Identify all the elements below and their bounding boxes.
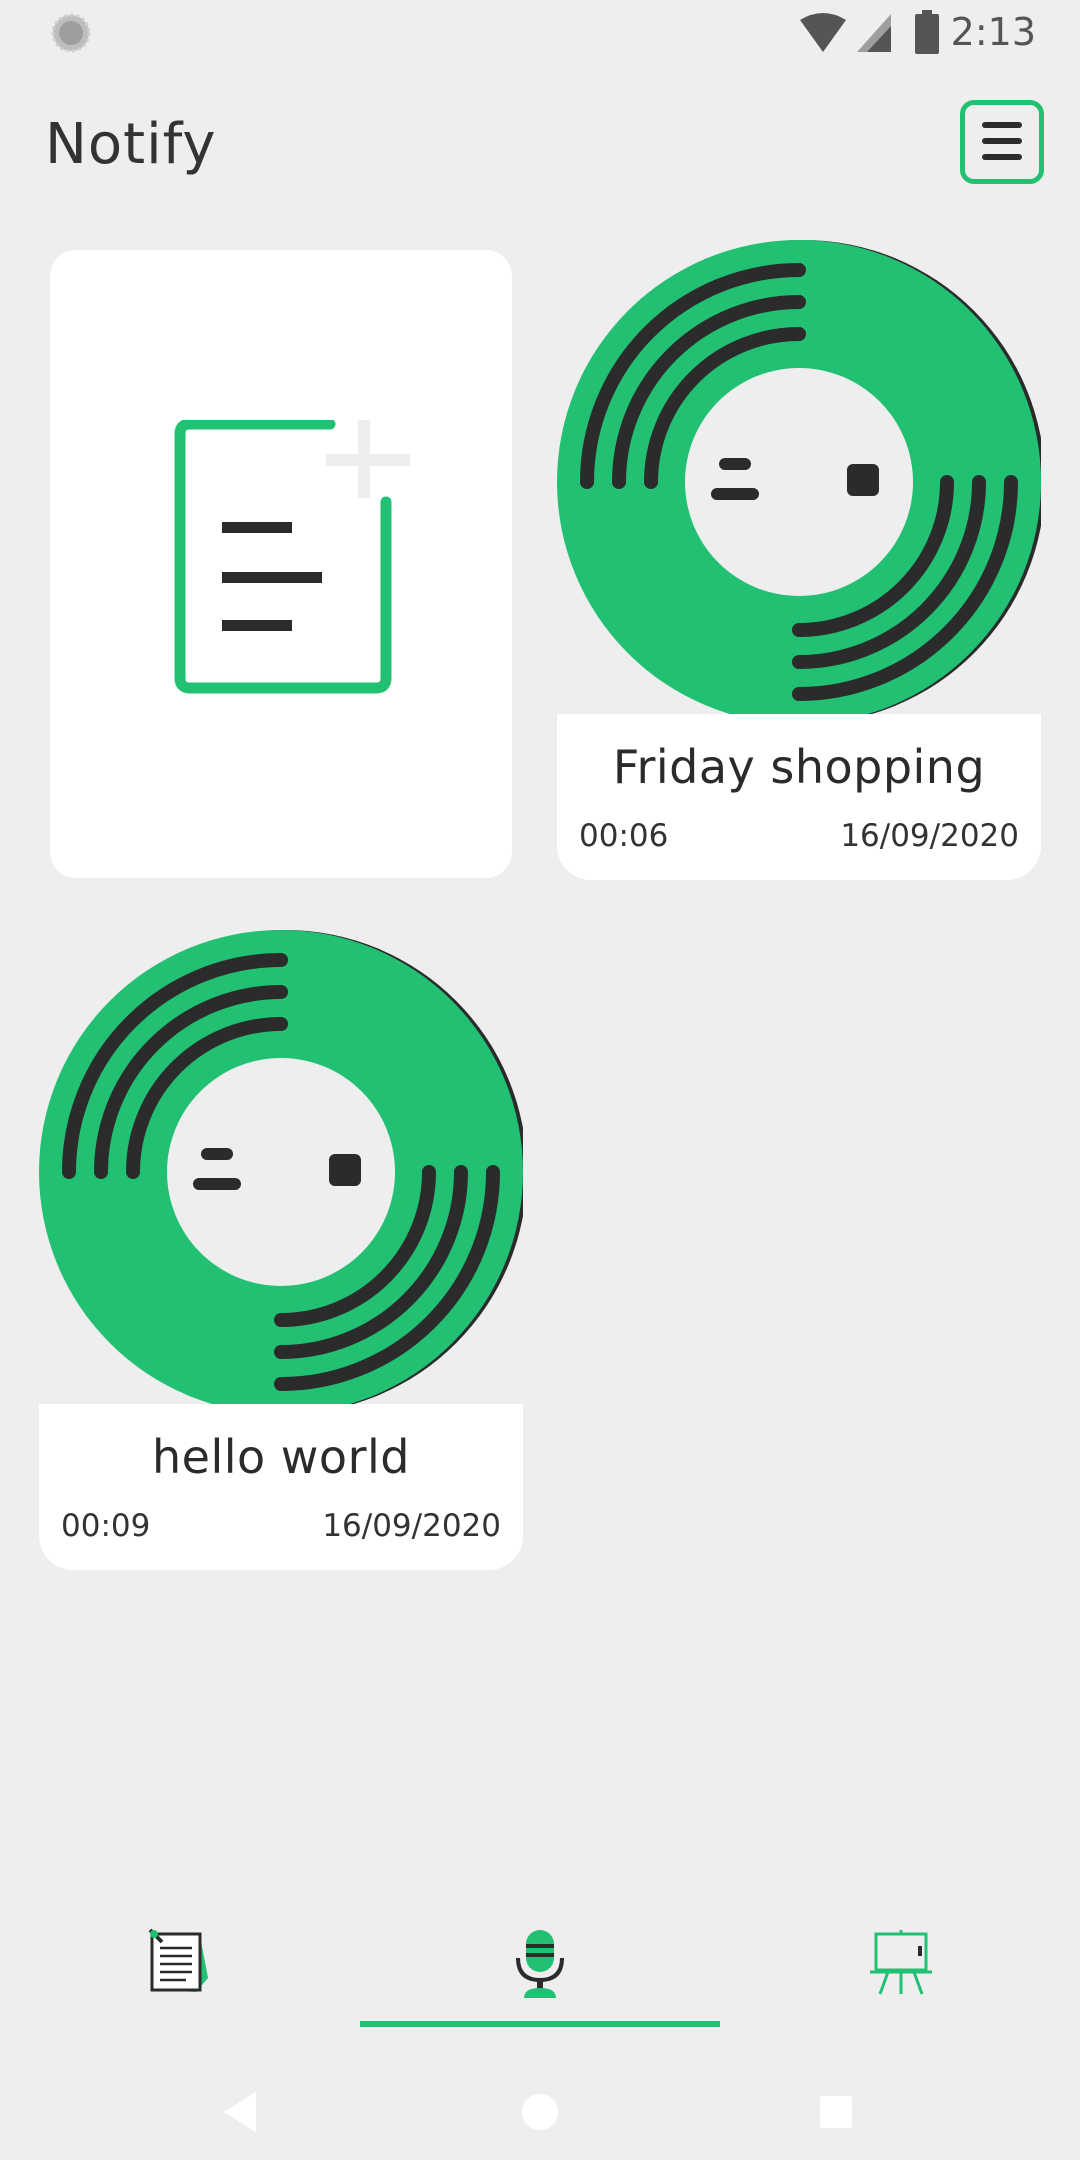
recording-card[interactable]: Friday shopping 00:06 16/09/2020 (557, 240, 1041, 880)
add-note-icon (174, 420, 410, 694)
recording-info: Friday shopping 00:06 16/09/2020 (557, 714, 1041, 880)
recents-icon[interactable] (818, 2094, 854, 2130)
recording-title: hello world (152, 1430, 410, 1484)
recording-date: 16/09/2020 (840, 818, 1019, 854)
recording-title: Friday shopping (612, 740, 986, 794)
menu-button[interactable] (960, 100, 1044, 184)
recording-card[interactable]: hello world 00:09 16/09/2020 (39, 930, 523, 1570)
sync-icon (51, 13, 91, 53)
recording-duration: 00:06 (579, 818, 669, 854)
tab-record[interactable] (360, 1900, 720, 2040)
battery-icon (915, 10, 939, 54)
wifi-icon (800, 13, 846, 52)
recording-info: hello world 00:09 16/09/2020 (39, 1404, 523, 1570)
selected-tab-indicator (360, 2021, 720, 2027)
home-icon[interactable] (520, 2092, 560, 2132)
system-nav-bar (0, 2040, 1080, 2160)
status-bar: 2:13 (0, 0, 1080, 66)
vinyl-record-icon (557, 240, 1041, 724)
back-icon[interactable] (222, 2090, 260, 2134)
status-time: 2:13 (950, 10, 1036, 54)
microphone-icon (516, 1930, 564, 1998)
new-note-card[interactable] (50, 250, 512, 878)
app-title: Notify (45, 112, 217, 177)
recording-duration: 00:09 (61, 1508, 151, 1544)
presentation-board-icon (870, 1930, 932, 1995)
notes-icon (148, 1928, 208, 1992)
tab-notes[interactable] (0, 1900, 360, 2040)
recording-date: 16/09/2020 (322, 1508, 501, 1544)
vinyl-record-icon (39, 930, 523, 1414)
signal-icon (857, 14, 891, 52)
tab-presentation[interactable] (720, 1900, 1080, 2040)
bottom-nav (0, 1900, 1080, 2040)
